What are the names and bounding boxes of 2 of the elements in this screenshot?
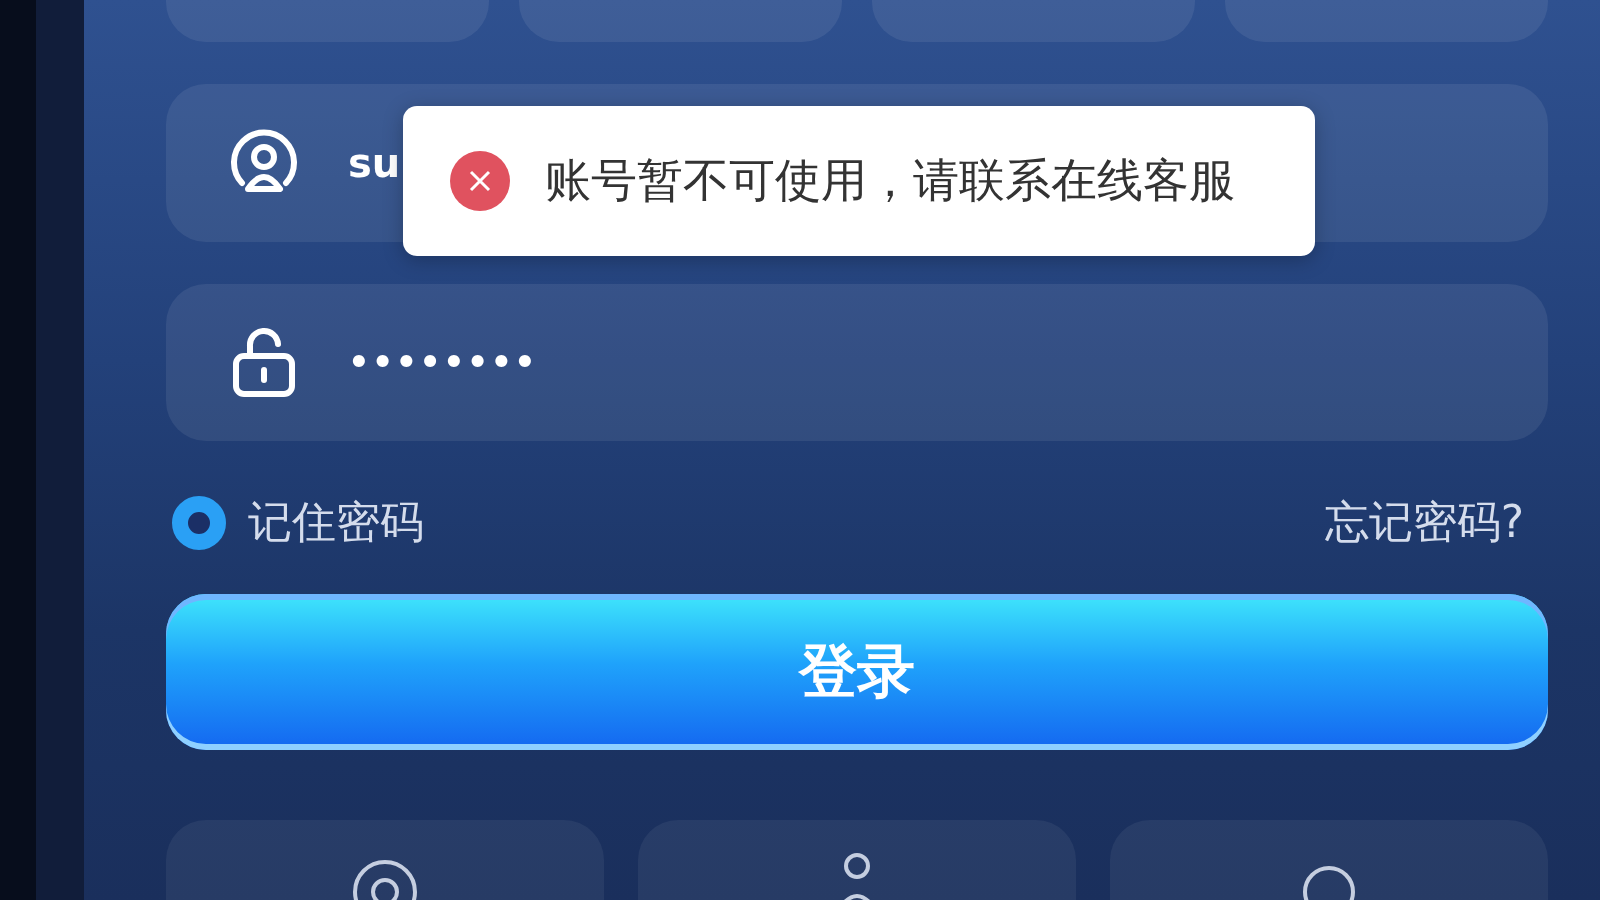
remember-label: 记住密码 <box>248 495 424 550</box>
toast-message: 账号暂不可使用，请联系在线客服 <box>545 152 1235 209</box>
